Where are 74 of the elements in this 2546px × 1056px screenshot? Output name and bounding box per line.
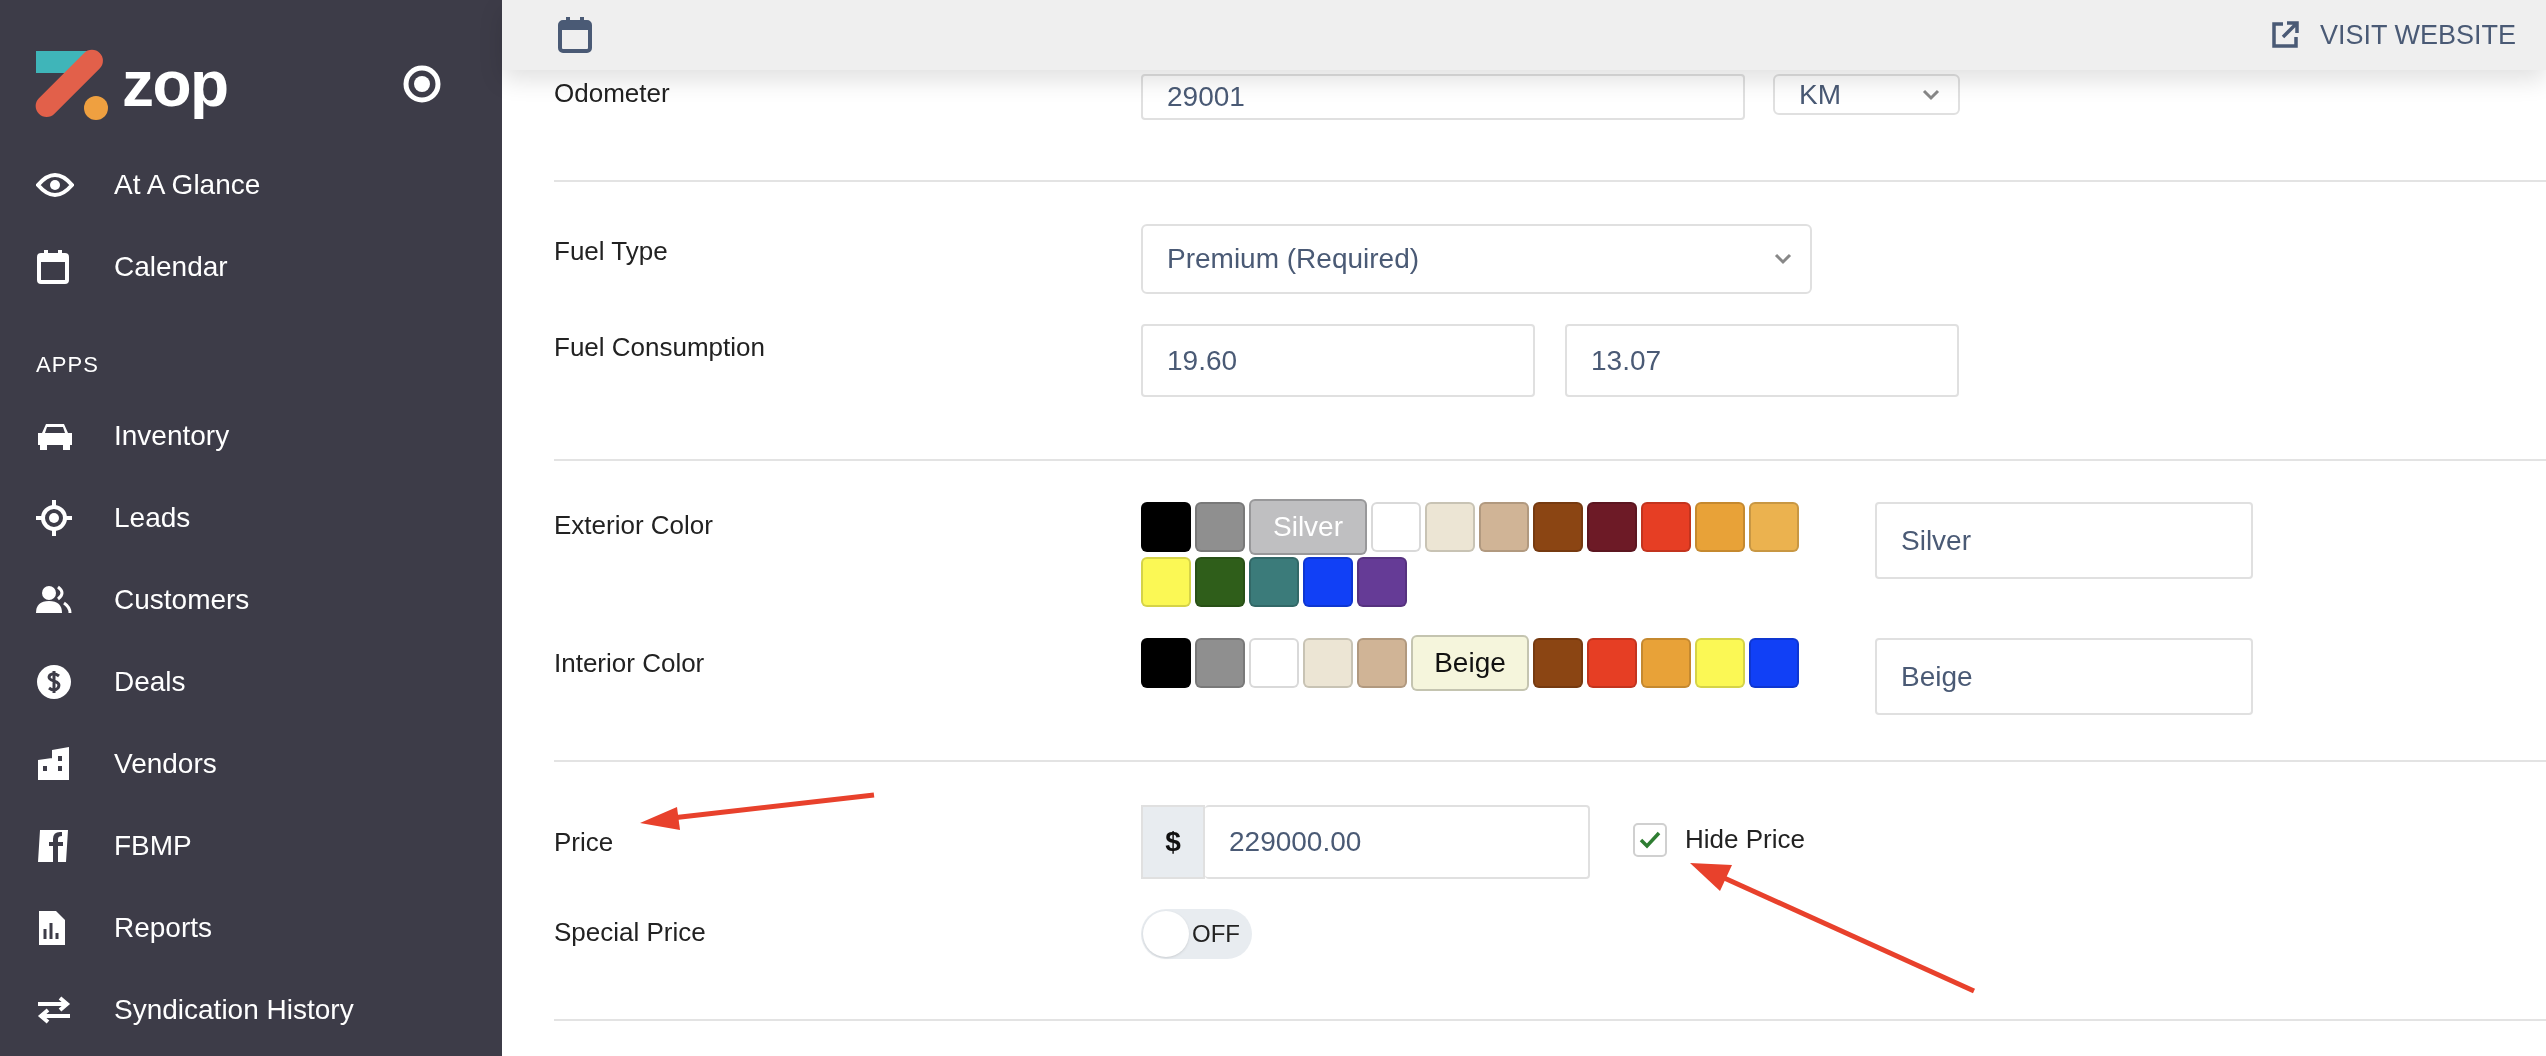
dropdown[interactable]: KM (1773, 74, 1960, 115)
field-label: Interior Color (554, 648, 705, 678)
visit-website-link[interactable]: VISIT WEBSITE (2269, 14, 2516, 56)
color-swatch[interactable] (1533, 502, 1583, 552)
chevron-down-icon (1774, 253, 1792, 265)
color-swatch[interactable] (1749, 502, 1799, 552)
field-label: Fuel Consumption (554, 332, 765, 362)
currency-addon: $ (1141, 805, 1205, 879)
color-swatch[interactable] (1533, 638, 1583, 688)
text-field[interactable]: 13.07 (1565, 324, 1959, 397)
sidebar-item[interactable]: Vendors (0, 723, 502, 805)
sidebar-item[interactable]: Reports (0, 887, 502, 969)
sidebar-item[interactable]: FBMP (0, 805, 502, 887)
field-label: Special Price (554, 917, 706, 947)
car-icon (36, 421, 74, 451)
field-label: Fuel Type (554, 236, 668, 266)
checkbox[interactable] (1633, 822, 1667, 857)
buildings-icon (36, 746, 72, 782)
chevron-down-icon (1922, 88, 1940, 101)
sidebar-item[interactable]: Leads (0, 477, 502, 559)
color-swatch[interactable] (1303, 557, 1353, 607)
color-swatch[interactable] (1371, 502, 1421, 552)
sidebar-item[interactable]: Inventory (0, 395, 502, 477)
color-swatch[interactable] (1249, 638, 1299, 688)
color-swatch[interactable] (1587, 638, 1637, 688)
eye-icon (36, 171, 74, 199)
field-label: Odometer (554, 78, 670, 108)
color-swatch[interactable] (1641, 502, 1691, 552)
text-field[interactable]: 229000.00 (1205, 805, 1590, 879)
report-icon (36, 909, 68, 947)
color-swatch[interactable] (1695, 638, 1745, 688)
color-swatch[interactable] (1641, 638, 1691, 688)
swap-arrows-icon (36, 996, 72, 1024)
sidebar-item[interactable]: Customers (0, 559, 502, 641)
text-field[interactable]: Silver (1875, 502, 2253, 579)
color-swatch[interactable] (1141, 557, 1191, 607)
text-field[interactable]: 19.60 (1141, 324, 1535, 397)
hide-price-checkbox[interactable]: Hide Price (1633, 820, 1805, 859)
color-swatch[interactable] (1249, 557, 1299, 607)
sidebar-item[interactable]: At A Glance (0, 144, 502, 226)
target-icon[interactable] (402, 64, 442, 104)
color-swatch[interactable] (1479, 502, 1529, 552)
sidebar-item[interactable]: Calendar (0, 226, 502, 308)
color-swatch[interactable]: Beige (1411, 635, 1529, 691)
color-swatch[interactable] (1195, 557, 1245, 607)
users-icon (36, 585, 72, 615)
checkbox-label: Hide Price (1685, 823, 1805, 856)
check-icon (1639, 830, 1661, 849)
color-swatch[interactable] (1141, 502, 1191, 552)
text-field[interactable]: 29001 (1141, 74, 1745, 120)
dollar-coin-icon (36, 664, 72, 700)
facebook-icon (36, 828, 70, 864)
color-swatch[interactable] (1425, 502, 1475, 552)
dropdown[interactable]: Premium (Required) (1141, 224, 1812, 294)
section-heading: APPS (35, 351, 101, 379)
calendar-icon (36, 249, 70, 285)
external-link-icon (2269, 20, 2300, 50)
color-swatch[interactable] (1303, 638, 1353, 688)
field-label: Price (554, 827, 614, 857)
color-swatch[interactable] (1195, 502, 1245, 552)
calendar-icon[interactable] (557, 16, 593, 54)
color-swatch[interactable] (1141, 638, 1191, 688)
color-swatch[interactable] (1749, 638, 1799, 688)
color-swatch[interactable] (1195, 638, 1245, 688)
sidebar-item[interactable]: Deals (0, 641, 502, 723)
crosshair-icon (36, 500, 72, 536)
color-swatch[interactable] (1357, 638, 1407, 688)
toggle-switch[interactable]: OFF (1141, 909, 1252, 959)
color-swatch[interactable] (1695, 502, 1745, 552)
color-swatch[interactable] (1587, 502, 1637, 552)
sidebar-item[interactable]: Syndication History (0, 969, 502, 1051)
text-field[interactable]: Beige (1875, 638, 2253, 715)
field-label: Exterior Color (554, 510, 713, 540)
color-swatch[interactable] (1357, 557, 1407, 607)
